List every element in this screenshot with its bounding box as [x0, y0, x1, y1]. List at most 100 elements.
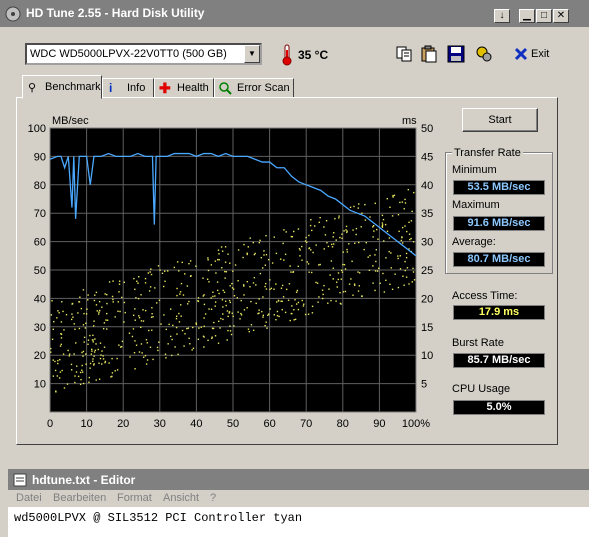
access-time-point: [262, 316, 264, 318]
access-time-point: [276, 310, 279, 313]
access-time-point: [271, 262, 274, 264]
menu-datei[interactable]: Datei: [16, 492, 42, 504]
access-time-point: [170, 335, 172, 338]
access-time-point: [140, 343, 143, 345]
access-time-point: [92, 360, 94, 363]
access-time-point: [79, 383, 82, 386]
access-time-point: [284, 311, 287, 314]
x-tick-label: 90: [373, 418, 385, 430]
access-time-point: [318, 264, 320, 266]
tab-error-scan[interactable]: Error Scan: [214, 78, 294, 98]
access-time-point: [299, 255, 301, 257]
access-time-point: [158, 299, 161, 301]
access-time-point: [221, 299, 224, 301]
access-time-point: [294, 299, 296, 301]
access-time-point: [331, 246, 334, 248]
access-time-point: [294, 318, 297, 321]
access-time-point: [108, 362, 110, 364]
access-time-point: [75, 342, 77, 344]
help-button[interactable]: ↓: [494, 9, 510, 23]
access-time-point: [310, 249, 312, 251]
access-time-point: [243, 285, 245, 287]
access-time-point: [137, 282, 139, 284]
start-button[interactable]: Start: [462, 108, 538, 132]
access-time-point: [164, 353, 167, 355]
access-time-point: [111, 375, 113, 378]
access-time-point: [323, 226, 325, 228]
access-time-point: [348, 283, 351, 285]
access-time-point: [61, 301, 63, 303]
menu-format[interactable]: Format: [117, 492, 152, 504]
access-time-point: [218, 253, 220, 255]
access-time-point: [350, 278, 352, 280]
copy-icon[interactable]: [394, 44, 414, 64]
access-time-point: [264, 285, 266, 288]
access-time-point: [346, 231, 348, 234]
minimize-button[interactable]: ▁: [519, 9, 535, 23]
access-time-point: [207, 257, 209, 259]
maximize-button[interactable]: □: [536, 9, 552, 23]
access-time-point: [392, 196, 394, 198]
access-time-point: [165, 357, 167, 359]
access-time-point: [100, 354, 102, 356]
access-time-point: [233, 325, 235, 327]
tab-info[interactable]: i Info: [102, 78, 154, 98]
save-icon[interactable]: [446, 44, 466, 64]
options-icon[interactable]: [474, 44, 494, 64]
access-time-point: [407, 188, 410, 191]
access-time-point: [399, 268, 402, 270]
tab-health[interactable]: ✚ Health: [154, 78, 214, 98]
access-time-point: [207, 339, 209, 342]
clipboard-icon[interactable]: [419, 44, 439, 64]
access-time-point: [135, 344, 138, 346]
access-time-point: [72, 316, 74, 318]
access-time-point: [243, 243, 245, 246]
access-time-point: [306, 241, 308, 244]
access-time-point: [89, 334, 91, 337]
access-time-point: [191, 349, 193, 351]
access-time-point: [328, 288, 330, 290]
access-time-point: [232, 288, 235, 290]
minimum-label: Minimum: [452, 164, 497, 176]
access-time-point: [138, 316, 141, 319]
x-tick-label: 70: [300, 418, 312, 430]
access-time-point: [276, 314, 279, 317]
drive-select[interactable]: WDC WD5000LPVX-22V0TT0 (500 GB) ▼: [25, 43, 262, 65]
access-time-point: [77, 375, 80, 378]
access-time-point: [322, 293, 324, 296]
access-time-point: [82, 289, 85, 291]
access-time-point: [358, 285, 361, 287]
y-left-tick-label: 20: [34, 350, 46, 362]
access-time-point: [98, 362, 100, 364]
access-time-point: [346, 248, 348, 251]
access-time-point: [234, 264, 237, 266]
access-time-point: [265, 234, 267, 237]
access-time-point: [297, 265, 299, 268]
access-time-point: [341, 233, 343, 235]
access-time-point: [277, 299, 280, 302]
access-time-point: [146, 359, 149, 361]
chevron-down-icon[interactable]: ▼: [244, 45, 260, 63]
tab-benchmark[interactable]: ⚲ Benchmark: [22, 75, 102, 99]
access-time-point: [240, 312, 242, 315]
access-time-point: [198, 327, 200, 329]
access-time-point: [353, 283, 356, 285]
access-time-point: [173, 266, 176, 269]
menu-ansicht[interactable]: Ansicht: [163, 492, 199, 504]
menu-bearbeiten[interactable]: Bearbeiten: [53, 492, 106, 504]
access-time-point: [111, 295, 114, 298]
access-time-point: [306, 261, 308, 263]
access-time-point: [123, 281, 126, 284]
access-time-point: [162, 285, 165, 288]
access-time-point: [181, 261, 183, 264]
editor-menu-bar: Datei Bearbeiten Format Ansicht ?: [8, 490, 589, 507]
close-button[interactable]: ✕: [553, 9, 569, 23]
access-time-point: [409, 238, 411, 241]
menu-help[interactable]: ?: [210, 492, 216, 504]
access-time-point: [281, 284, 284, 287]
access-time-point: [169, 308, 172, 310]
y-right-tick-label: 40: [421, 180, 433, 192]
access-time-point: [243, 294, 245, 296]
access-time-point: [116, 357, 118, 360]
access-time-point: [81, 351, 83, 354]
